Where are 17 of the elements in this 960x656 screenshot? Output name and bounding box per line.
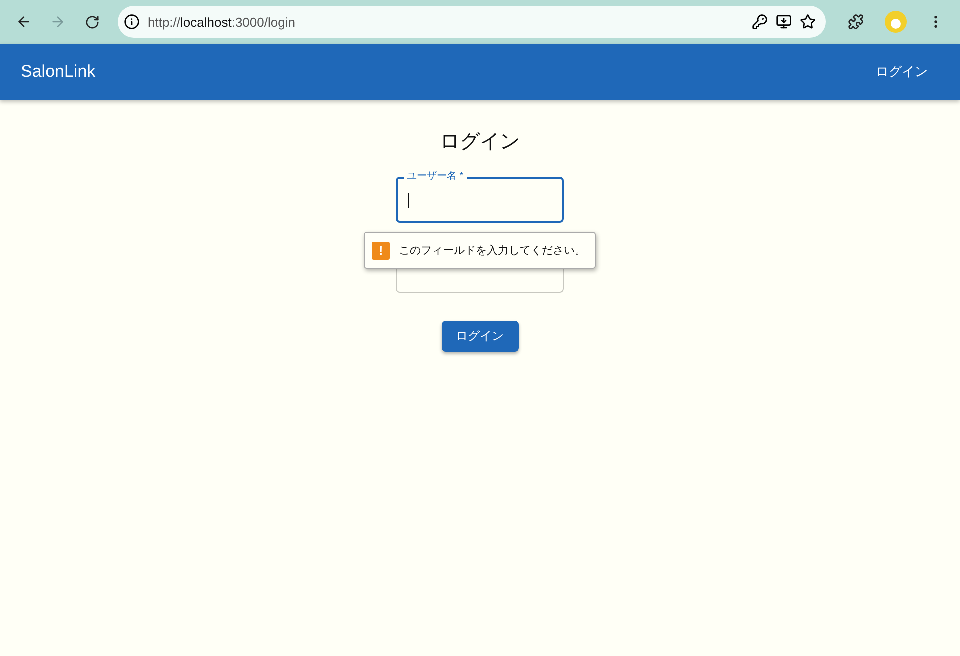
info-icon (124, 14, 140, 30)
puzzle-icon[interactable] (848, 14, 864, 30)
url-text: http://localhost:3000/login (148, 14, 296, 30)
text-caret (408, 192, 409, 208)
back-icon[interactable] (16, 14, 32, 30)
login-button[interactable]: ログイン (442, 321, 518, 352)
key-icon[interactable] (752, 14, 768, 30)
validation-message: このフィールドを入力してください。 (399, 244, 586, 258)
login-link[interactable]: ログイン (876, 63, 928, 81)
page-title: ログイン (440, 130, 520, 155)
field-label: ユーザー名 * (404, 169, 467, 183)
reload-icon[interactable] (84, 14, 100, 30)
address-bar[interactable]: http://localhost:3000/login (118, 6, 826, 38)
bookmark-star-icon[interactable] (800, 14, 816, 30)
warning-icon: ! (372, 242, 390, 260)
install-icon[interactable] (776, 14, 792, 30)
brand-name: SalonLink (21, 62, 96, 82)
